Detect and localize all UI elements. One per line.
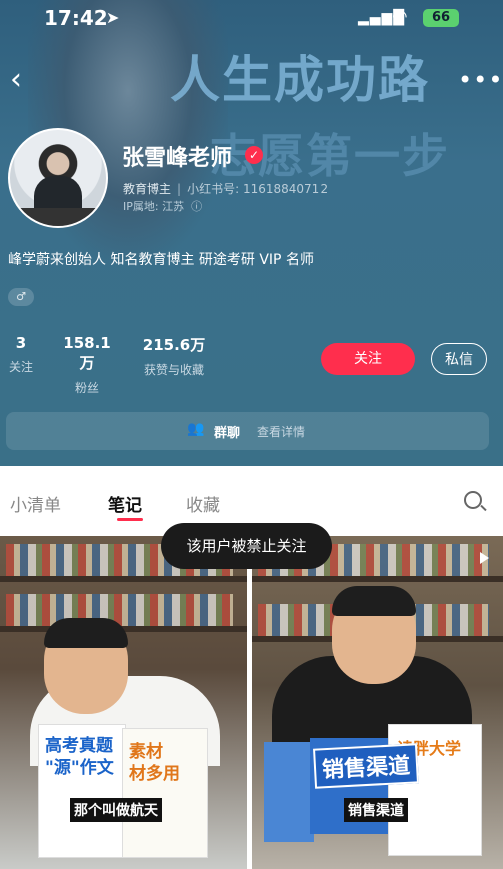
stat-likes-collects[interactable]: 215.6万 获赞与收藏 — [137, 334, 211, 378]
group-detail-link[interactable]: 查看详情 — [257, 423, 305, 440]
info-icon[interactable]: ⓘ — [188, 200, 202, 213]
status-bar: 17:42 ➤ ▂▄▆█ ◠ 66 — [0, 4, 503, 32]
banner-slogan-1: 人生成功路 — [170, 51, 430, 109]
stat-following[interactable]: 3 关注 — [7, 334, 35, 375]
location-arrow-icon: ➤ — [106, 8, 120, 27]
status-time: 17:42 — [44, 6, 108, 30]
tab-notes[interactable]: 笔记 — [108, 491, 142, 516]
more-icon[interactable]: ••• — [458, 66, 503, 94]
battery-icon: 66 — [423, 9, 459, 27]
group-label: 群聊 — [214, 426, 241, 441]
book-title: 高考真题 "源"作文 — [45, 736, 114, 778]
video-play-icon — [480, 552, 489, 564]
note-card[interactable]: 读胖大学 销售渠道 销售渠道 — [252, 536, 503, 869]
note-card[interactable]: 高考真题 "源"作文 素材 材多用 那个叫做航天 — [0, 536, 247, 869]
group-icon: 👥 — [187, 421, 205, 437]
profile-meta: 教育博主 | 小红书号: 1161884071 2 — [123, 182, 329, 196]
search-icon[interactable] — [464, 491, 482, 509]
avatar[interactable] — [8, 128, 108, 228]
profile-name: 张雪峰老师 — [122, 146, 233, 171]
profile-header: 人生成功路 志愿第一步 17:42 ➤ ▂▄▆█ ◠ 66 ‹ ••• 张雪峰老… — [0, 0, 503, 466]
red-id-label: 小红书号: — [187, 182, 240, 196]
gender-male-icon: ♂ — [8, 288, 34, 306]
video-caption: 销售渠道 — [344, 798, 408, 822]
video-caption: 那个叫做航天 — [70, 798, 162, 822]
toast-message: 该用户被禁止关注 — [161, 523, 332, 569]
profile-role: 教育博主 — [123, 182, 172, 196]
stat-followers[interactable]: 158.1万 粉丝 — [57, 334, 117, 396]
red-id[interactable]: 1161884071 2 — [243, 182, 328, 196]
tab-list[interactable]: 小清单 — [10, 491, 61, 516]
follow-button[interactable]: 关注 — [321, 343, 415, 375]
back-icon[interactable]: ‹ — [10, 62, 22, 97]
book-title: 素材 材多用 — [129, 742, 180, 784]
book-cover: 素材 材多用 — [122, 728, 208, 858]
book-cover: 高考真题 "源"作文 — [38, 724, 126, 858]
tab-collections[interactable]: 收藏 — [186, 491, 220, 516]
verified-badge-icon: ✓ — [245, 146, 263, 164]
wifi-icon: ◠ — [392, 6, 408, 27]
book-cover — [264, 742, 314, 842]
ip-value: 江苏 — [162, 200, 185, 213]
message-button[interactable]: 私信 — [431, 343, 487, 375]
active-tab-indicator — [117, 518, 143, 521]
group-chat-bar[interactable]: 👥 群聊 查看详情 — [6, 412, 489, 450]
ip-label: IP属地: — [123, 200, 159, 213]
profile-bio: 峰学蔚来创始人 知名教育博主 研途考研 VIP 名师 — [8, 252, 314, 268]
ip-location: IP属地: 江苏 ⓘ — [123, 198, 202, 214]
video-headline: 销售渠道 — [313, 743, 419, 789]
